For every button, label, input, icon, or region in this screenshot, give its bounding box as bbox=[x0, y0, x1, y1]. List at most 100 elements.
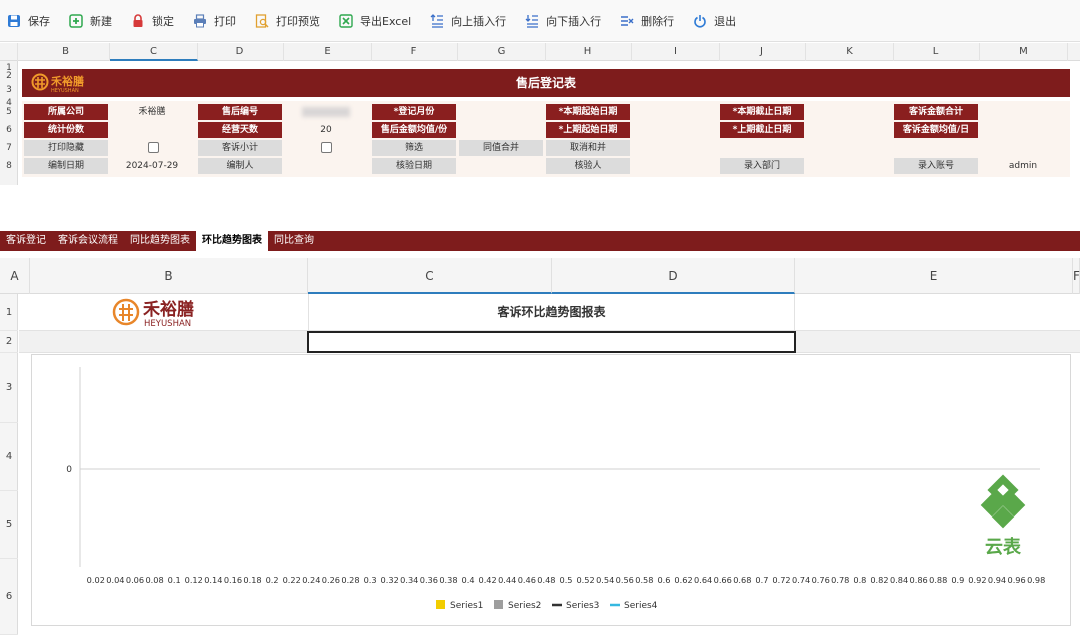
column-header[interactable]: D bbox=[196, 43, 284, 61]
column-header[interactable]: C bbox=[308, 258, 552, 294]
business-days-value[interactable]: 20 bbox=[284, 122, 368, 138]
column-header[interactable]: A bbox=[0, 258, 30, 294]
reg-month-label: *登记月份 bbox=[372, 104, 456, 120]
check-date-label: 核验日期 bbox=[372, 158, 456, 174]
yunbiao-watermark bbox=[980, 474, 1026, 529]
lock-icon bbox=[130, 13, 146, 29]
x-tick-label: 0.5 bbox=[559, 575, 572, 585]
x-tick-label: 0.02 bbox=[87, 575, 105, 585]
save-icon bbox=[6, 13, 22, 29]
column-header[interactable]: E bbox=[284, 43, 372, 61]
x-tick-label: 0.3 bbox=[364, 575, 377, 585]
column-header[interactable]: G bbox=[458, 43, 546, 61]
toolbar: 保存 新建 锁定 打印 打印预览 导出Excel 向上插入行 向下插入行 删除行 退出 bbox=[0, 0, 1080, 42]
daily-avg-label: 客诉金额均值/日 bbox=[894, 122, 978, 138]
toolbar-button-delete-row[interactable]: 删除行 bbox=[619, 9, 674, 33]
new-icon bbox=[68, 13, 84, 29]
column-header-bar-2: ABCDEF bbox=[0, 258, 1080, 294]
row-header[interactable]: 6 bbox=[0, 123, 18, 137]
prev-end-label: *上期截止日期 bbox=[720, 122, 804, 138]
toolbar-button-label: 向下插入行 bbox=[546, 14, 602, 28]
x-tick-label: 0.32 bbox=[381, 575, 399, 585]
row-header[interactable]: 6 bbox=[0, 559, 18, 635]
x-tick-label: 0.42 bbox=[479, 575, 497, 585]
toolbar-button-power[interactable]: 退出 bbox=[692, 9, 736, 33]
column-header[interactable]: K bbox=[806, 43, 894, 61]
column-header[interactable]: I bbox=[632, 43, 720, 61]
legend-label: Series2 bbox=[508, 601, 541, 611]
toolbar-button-label: 打印 bbox=[214, 14, 236, 28]
x-tick-label: 0.6 bbox=[657, 575, 670, 585]
y-tick-label: 0 bbox=[66, 465, 72, 475]
sheet-tab[interactable]: 同比查询 bbox=[268, 231, 320, 251]
chart-report-title: 客诉环比趋势图报表 bbox=[308, 294, 795, 331]
company-value[interactable]: 禾裕膳 bbox=[110, 104, 194, 120]
account-label: 录入账号 bbox=[894, 158, 978, 174]
x-tick-label: 0.14 bbox=[204, 575, 222, 585]
toolbar-button-lock[interactable]: 锁定 bbox=[130, 9, 174, 33]
row-header[interactable]: 5 bbox=[0, 491, 18, 559]
stat-count-label: 统计份数 bbox=[24, 122, 108, 138]
x-tick-label: 0.88 bbox=[929, 575, 947, 585]
row-header[interactable]: 3 bbox=[0, 83, 18, 97]
period-start-label: *本期起始日期 bbox=[546, 104, 630, 120]
form-title: 售后登记表 bbox=[515, 76, 576, 90]
row-header[interactable]: 5 bbox=[0, 105, 18, 119]
column-header[interactable]: M bbox=[980, 43, 1068, 61]
toolbar-button-insert-row-below[interactable]: 向下插入行 bbox=[524, 9, 601, 33]
row-header[interactable]: 1 bbox=[0, 294, 18, 331]
sheet-tab[interactable]: 环比趋势图表 bbox=[196, 231, 268, 251]
delete-row-icon bbox=[619, 13, 635, 29]
select-all-corner[interactable] bbox=[0, 43, 18, 61]
row-header[interactable]: 8 bbox=[0, 159, 18, 173]
made-date-value[interactable]: 2024-07-29 bbox=[110, 158, 194, 174]
print-hide-label: 打印隐藏 bbox=[24, 140, 108, 156]
x-tick-label: 0.64 bbox=[694, 575, 712, 585]
after-sale-no-value[interactable] bbox=[302, 107, 350, 117]
selected-cell[interactable] bbox=[307, 331, 796, 353]
column-header[interactable]: E bbox=[795, 258, 1073, 294]
trend-chart[interactable]: 0 0.02 0.04 0.06 0.08 0.1 0.12 0.14 0.16 0.18 0.2 0… bbox=[31, 354, 1071, 626]
print-icon bbox=[192, 13, 208, 29]
row-header[interactable]: 4 bbox=[0, 423, 18, 491]
row-header[interactable]: 2 bbox=[0, 331, 18, 353]
toolbar-button-excel[interactable]: 导出Excel bbox=[338, 9, 411, 33]
row-header[interactable]: 7 bbox=[0, 141, 18, 155]
toolbar-button-new[interactable]: 新建 bbox=[68, 9, 112, 33]
column-header[interactable]: C bbox=[110, 43, 198, 61]
column-header[interactable]: F bbox=[370, 43, 458, 61]
toolbar-button-print[interactable]: 打印 bbox=[192, 9, 236, 33]
x-tick-label: 0.38 bbox=[439, 575, 457, 585]
maker-label: 编制人 bbox=[198, 158, 282, 174]
column-header[interactable]: J bbox=[718, 43, 806, 61]
column-header[interactable]: B bbox=[22, 43, 110, 61]
column-header[interactable]: B bbox=[30, 258, 308, 294]
subtotal-checkbox[interactable] bbox=[321, 142, 332, 153]
watermark-text: 云表 bbox=[985, 536, 1022, 558]
account-value[interactable]: admin bbox=[980, 158, 1066, 174]
toolbar-button-insert-row-above[interactable]: 向上插入行 bbox=[429, 9, 506, 33]
prev-start-label: *上期起始日期 bbox=[546, 122, 630, 138]
x-tick-label: 0.4 bbox=[462, 575, 475, 585]
column-header[interactable]: D bbox=[552, 258, 795, 294]
print-hide-checkbox[interactable] bbox=[148, 142, 159, 153]
column-header[interactable]: H bbox=[544, 43, 632, 61]
legend-label: Series3 bbox=[566, 601, 599, 611]
unmerge-button[interactable]: 取消和并 bbox=[546, 140, 630, 156]
row-header[interactable]: 2 bbox=[0, 69, 18, 83]
row-header[interactable]: 3 bbox=[0, 353, 18, 423]
column-header[interactable]: L bbox=[892, 43, 980, 61]
x-tick-label: 0.12 bbox=[185, 575, 203, 585]
toolbar-button-save[interactable]: 保存 bbox=[6, 9, 50, 33]
sheet-tab[interactable]: 客诉登记 bbox=[0, 231, 52, 251]
row-header-bar-2: 123456 bbox=[0, 294, 18, 635]
sheet-tab[interactable]: 客诉会议流程 bbox=[52, 231, 124, 251]
x-tick-label: 0.48 bbox=[537, 575, 555, 585]
merge-same-button[interactable]: 同值合并 bbox=[459, 140, 543, 156]
column-header[interactable]: F bbox=[1073, 258, 1080, 294]
x-tick-label: 0.9 bbox=[951, 575, 964, 585]
filter-button[interactable]: 筛选 bbox=[372, 140, 456, 156]
toolbar-button-print-preview[interactable]: 打印预览 bbox=[254, 9, 320, 33]
row-header-bar: 12345678 bbox=[0, 61, 18, 185]
sheet-tab[interactable]: 同比趋势图表 bbox=[124, 231, 196, 251]
